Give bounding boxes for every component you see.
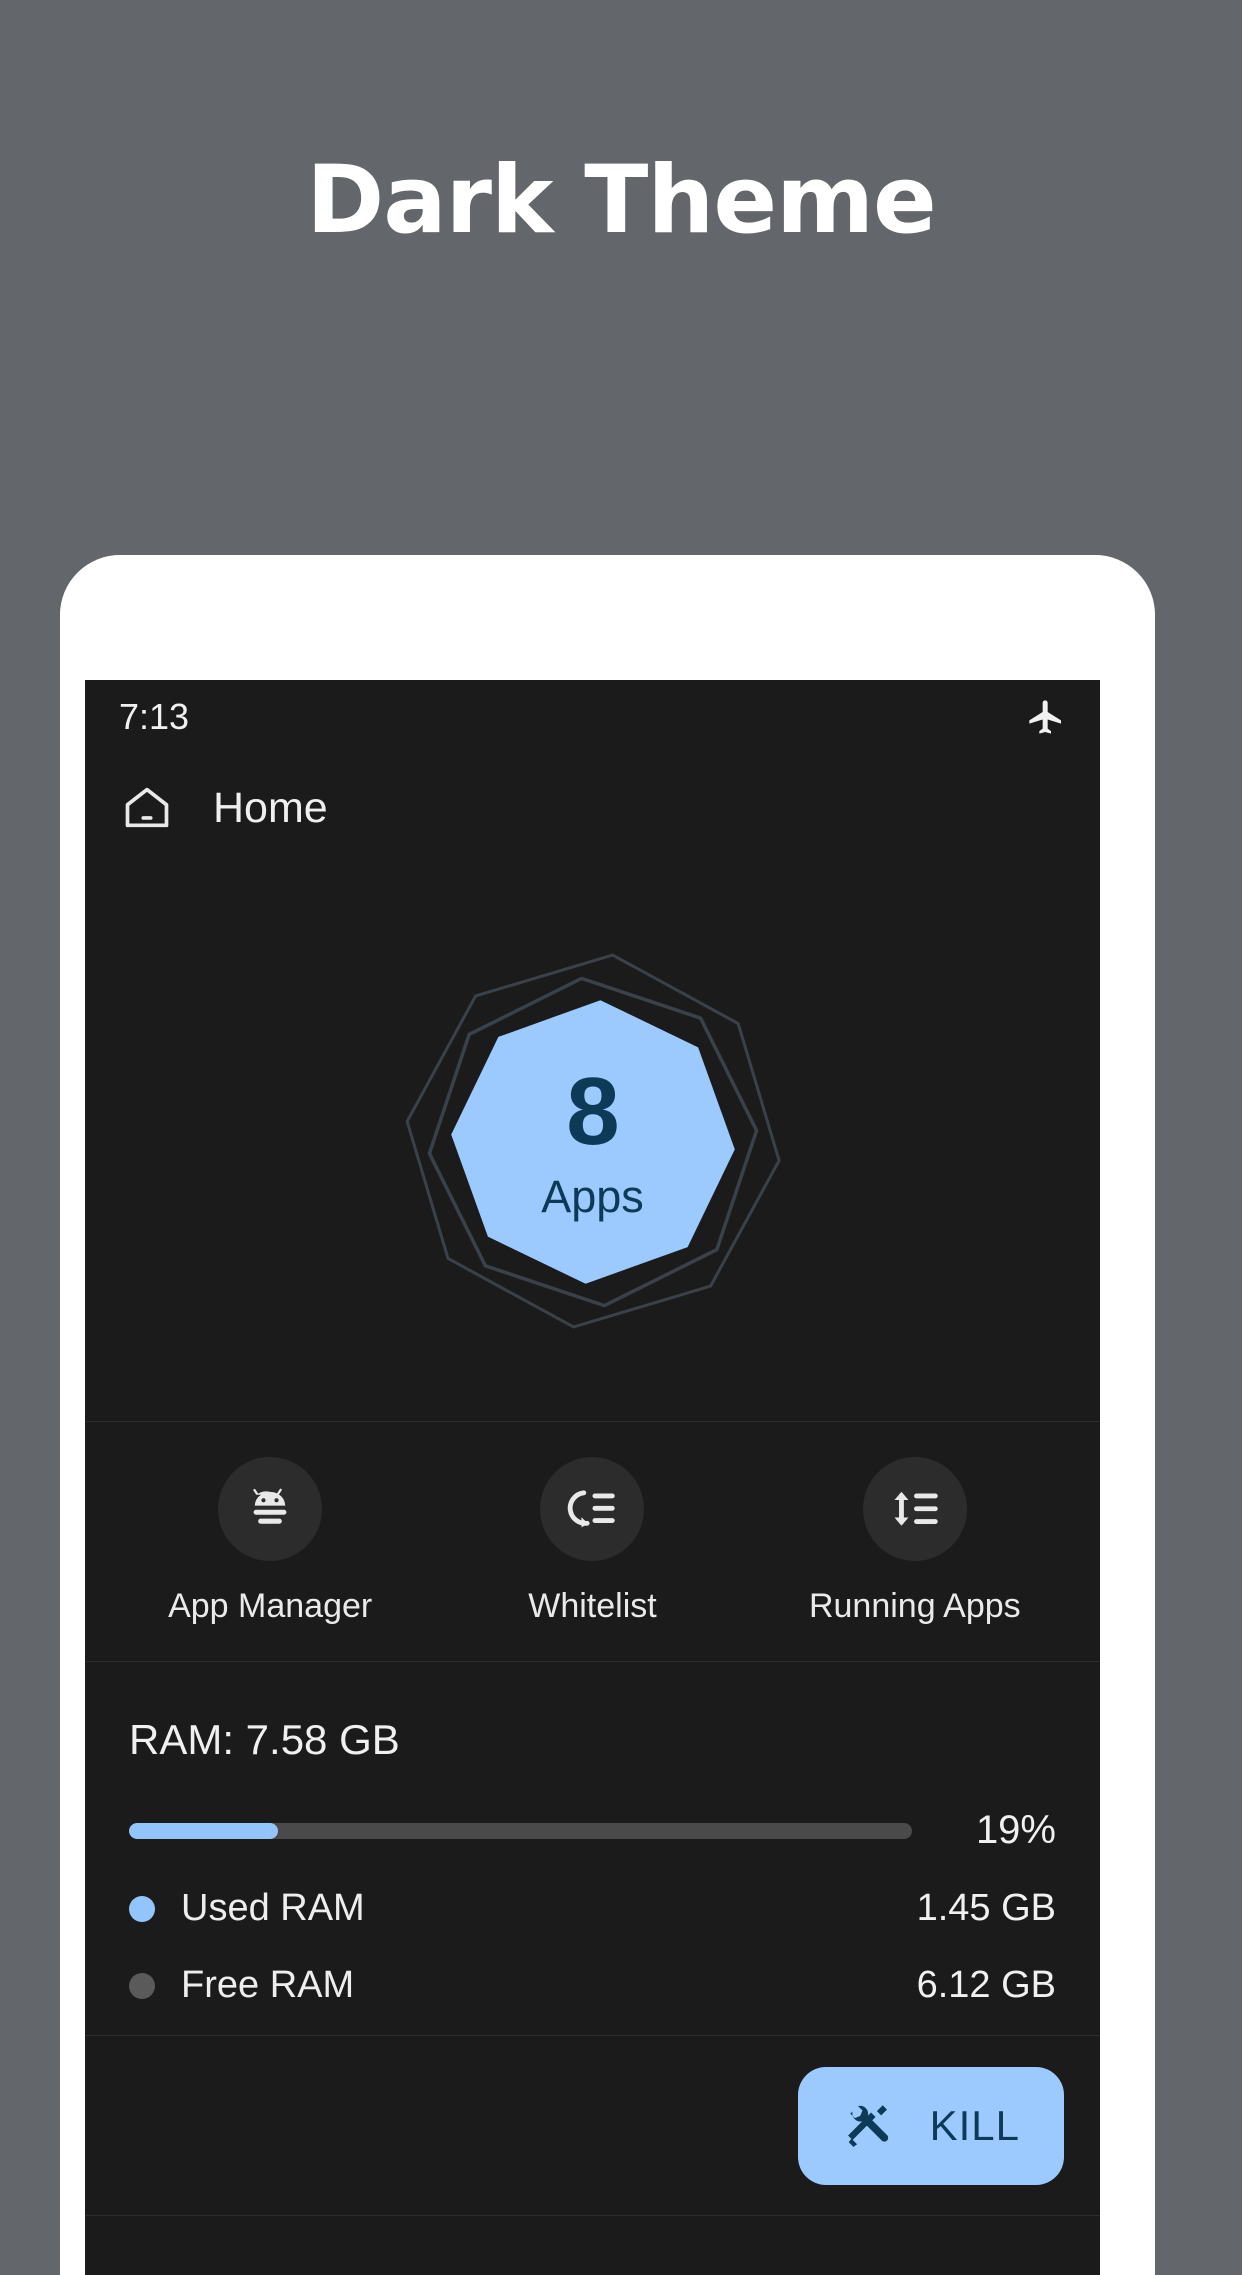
status-bar: 7:13 xyxy=(85,680,1100,754)
kill-button-label: KILL xyxy=(929,2101,1020,2149)
quick-action-label: App Manager xyxy=(168,1587,373,1625)
used-ram-value: 1.45 GB xyxy=(916,1887,1056,1929)
airplane-icon xyxy=(1026,697,1066,737)
quick-action-label: Whitelist xyxy=(528,1587,657,1625)
ram-row-free: Free RAM 6.12 GB xyxy=(129,1964,1056,2007)
apps-gauge-rings xyxy=(405,953,781,1328)
free-ram-label: Free RAM xyxy=(181,1964,355,2006)
kill-bar: KILL xyxy=(85,2036,1100,2216)
phone-screen: 7:13 Home 8 Apps App Manager Whitelist R… xyxy=(85,680,1100,2275)
used-ram-label: Used RAM xyxy=(181,1887,365,1929)
ram-progress-track xyxy=(129,1822,912,1839)
phone-frame: 7:13 Home 8 Apps App Manager Whitelist R… xyxy=(60,555,1155,2275)
ram-row-used: Used RAM 1.45 GB xyxy=(129,1887,1056,1930)
status-bar-time: 7:13 xyxy=(119,696,190,737)
home-icon[interactable] xyxy=(121,782,173,834)
page-title: Home xyxy=(213,783,328,832)
ram-section: RAM: 7.58 GB 19% Used RAM 1.45 GB Free R… xyxy=(85,1662,1100,2036)
quick-action-app-manager[interactable]: App Manager xyxy=(109,1457,431,1626)
ram-progress-fill xyxy=(129,1822,278,1839)
quick-action-whitelist[interactable]: Whitelist xyxy=(431,1457,753,1626)
app-bar: Home xyxy=(85,754,1100,862)
android-robot-icon xyxy=(218,1457,323,1561)
ram-percent-label: 19% xyxy=(975,1808,1056,1852)
kill-button[interactable]: KILL xyxy=(797,2066,1064,2185)
free-ram-value: 6.12 GB xyxy=(916,1964,1056,2006)
promo-title: Dark Theme xyxy=(306,145,937,255)
free-ram-dot-icon xyxy=(129,1972,155,1999)
quick-action-label: Running Apps xyxy=(808,1587,1021,1625)
running-apps-icon xyxy=(862,1457,967,1561)
ram-total-label: RAM: 7.58 GB xyxy=(129,1716,400,1763)
apps-gauge-section: 8 Apps xyxy=(85,862,1100,1422)
apps-gauge[interactable]: 8 Apps xyxy=(383,932,803,1352)
tools-icon xyxy=(842,2099,896,2153)
ram-progress-row: 19% xyxy=(129,1808,1056,1853)
whitelist-icon xyxy=(540,1457,645,1561)
quick-actions-row: App Manager Whitelist Running Apps xyxy=(85,1422,1100,1662)
quick-action-running-apps[interactable]: Running Apps xyxy=(754,1457,1076,1626)
used-ram-dot-icon xyxy=(129,1895,155,1922)
